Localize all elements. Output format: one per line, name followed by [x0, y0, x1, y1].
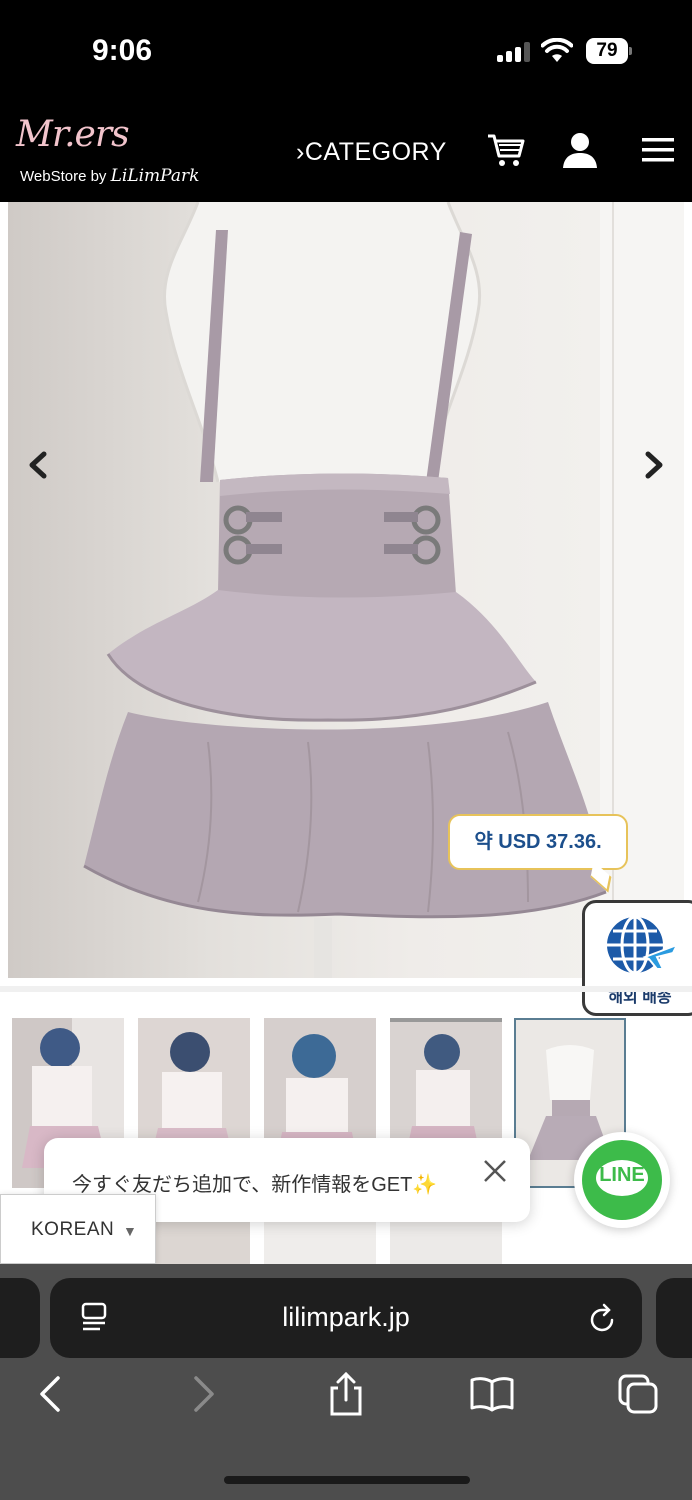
site-header: Mr.ers WebStore by LiLimPark ›CATEGORY — [0, 100, 692, 202]
status-bar: 9:06 79 — [0, 0, 692, 100]
share-icon[interactable] — [324, 1372, 368, 1416]
language-selector[interactable]: KOREAN ▼ — [0, 1194, 156, 1264]
logo-script: Mr.ers — [16, 114, 130, 155]
browser-toolbar: lilimpark.jp — [0, 1264, 692, 1500]
home-indicator — [224, 1476, 470, 1484]
reload-icon[interactable] — [588, 1302, 618, 1334]
logo-sub-prefix: WebStore by — [20, 168, 107, 185]
line-button-label: LINE — [599, 1164, 645, 1186]
category-label: CATEGORY — [304, 138, 447, 166]
prev-image-arrow[interactable] — [24, 450, 54, 480]
product-thumbnail[interactable] — [390, 1220, 502, 1264]
close-icon[interactable] — [482, 1158, 508, 1184]
clock: 9:06 — [92, 34, 153, 67]
battery-level: 79 — [586, 38, 628, 64]
bookmarks-icon[interactable] — [470, 1372, 514, 1416]
wifi-icon — [541, 38, 573, 62]
line-promo-text: 今すぐ友だち追加で、新作情報をGET✨ — [72, 1174, 438, 1196]
currency-price-bubble[interactable]: 약 USD 37.36. — [448, 814, 628, 870]
line-logo-icon: LINE — [582, 1140, 662, 1220]
forward-icon[interactable] — [180, 1372, 224, 1416]
category-link[interactable]: ›CATEGORY — [296, 138, 447, 167]
previous-tab-peek[interactable] — [0, 1278, 40, 1358]
line-add-friend-button[interactable]: LINE — [574, 1132, 670, 1228]
caret-down-icon: ▼ — [123, 1223, 137, 1239]
chevron-right-icon: › — [296, 138, 305, 166]
language-selected: KOREAN — [31, 1219, 115, 1240]
back-icon[interactable] — [30, 1372, 74, 1416]
next-tab-peek[interactable] — [656, 1278, 692, 1358]
site-logo[interactable]: Mr.ers WebStore by LiLimPark — [16, 110, 206, 190]
overseas-shipping-badge[interactable]: 해외 배송 — [582, 900, 692, 1016]
cellular-signal-icon — [497, 42, 531, 62]
globe-plane-icon — [607, 915, 680, 975]
address-bar[interactable]: lilimpark.jp — [50, 1278, 642, 1358]
product-thumbnail[interactable] — [264, 1220, 376, 1264]
user-icon[interactable] — [560, 130, 600, 170]
battery-icon: 79 — [586, 38, 632, 64]
product-content: 약 USD 37.36. 해외 배송 今すぐ友だち追加で、新作情報をGET✨ L… — [0, 202, 692, 1264]
logo-sub-brand: LiLimPark — [110, 166, 200, 186]
logo-subtitle: WebStore by LiLimPark — [20, 166, 199, 186]
section-divider — [0, 986, 692, 992]
next-image-arrow[interactable] — [638, 450, 668, 480]
menu-icon[interactable] — [638, 130, 678, 170]
url-text: lilimpark.jp — [282, 1302, 410, 1332]
cart-icon[interactable] — [486, 130, 526, 170]
tabs-icon[interactable] — [616, 1372, 660, 1416]
